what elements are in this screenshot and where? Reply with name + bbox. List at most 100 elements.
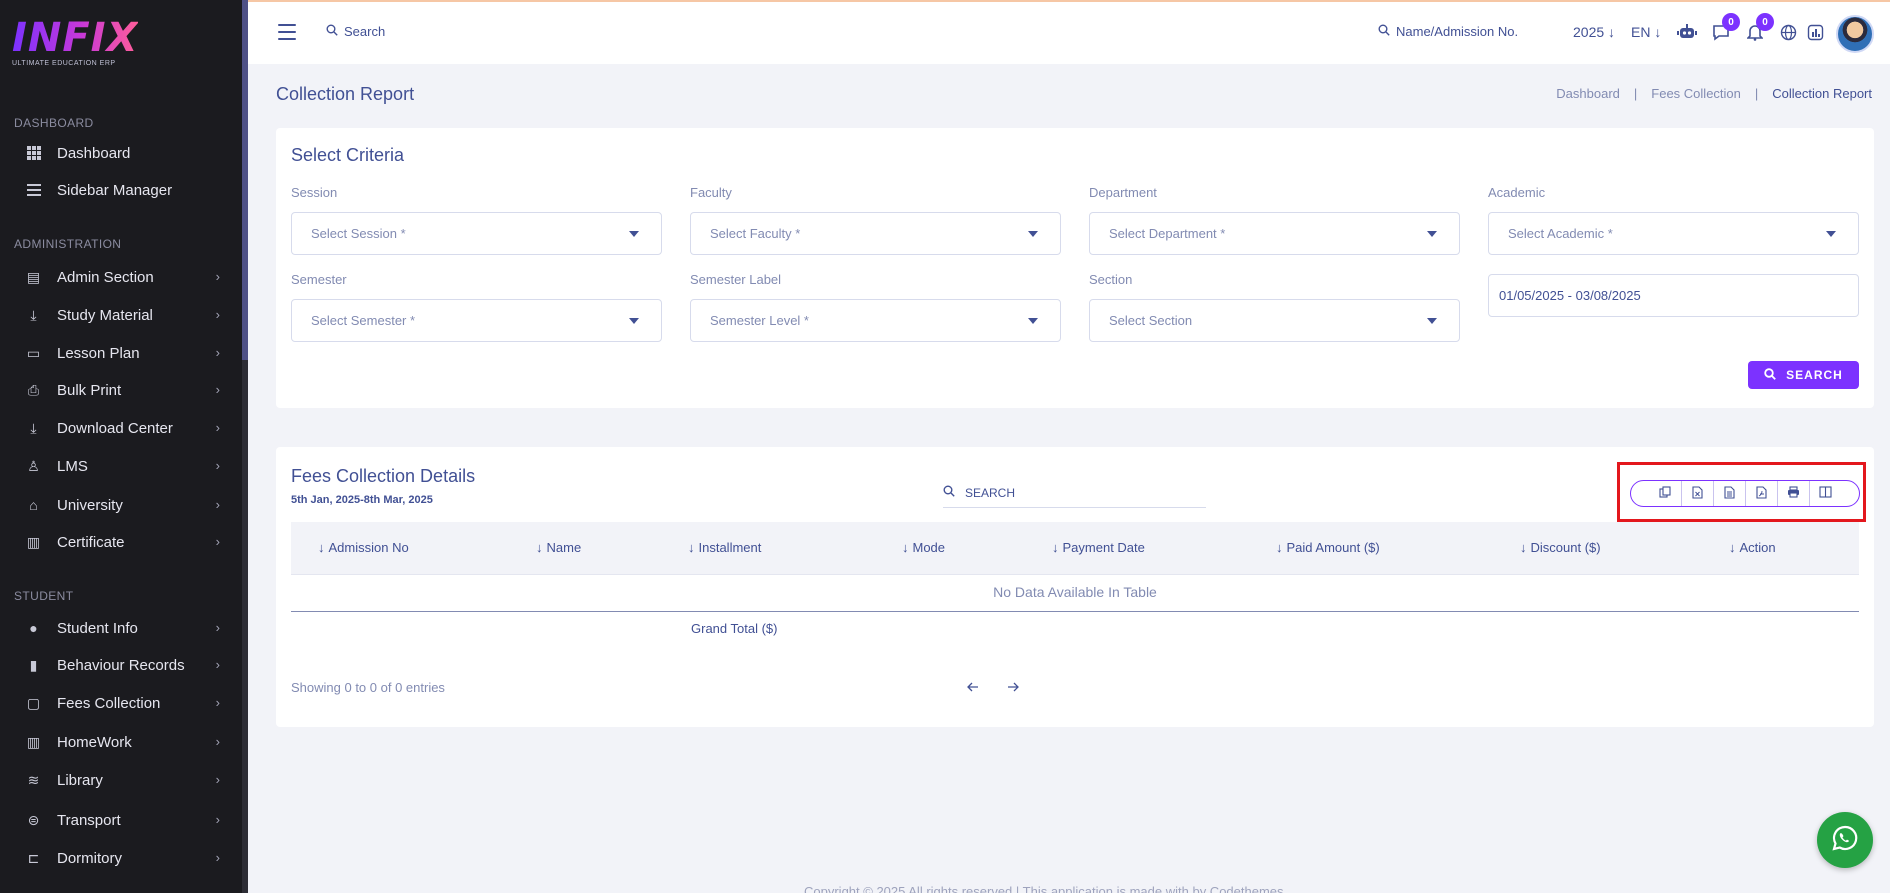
sidebar-item-label: Dormitory bbox=[57, 849, 123, 867]
search-button[interactable]: SEARCH bbox=[1748, 361, 1859, 389]
sidebar-item-study-material[interactable]: ⤓ Study Material › bbox=[0, 298, 242, 332]
admin-icon: ▤ bbox=[26, 268, 41, 285]
sidebar-item-university[interactable]: ⌂ University › bbox=[0, 488, 242, 522]
pagination-prev-arrow-icon[interactable] bbox=[967, 679, 979, 695]
print-icon: ⎙ bbox=[27, 381, 40, 398]
table-search-input[interactable]: SEARCH bbox=[943, 478, 1206, 508]
chat-badge: 0 bbox=[1722, 13, 1740, 31]
sidebar-item-download-center[interactable]: ⤓ Download Center › bbox=[0, 411, 242, 445]
sidebar-item-transport[interactable]: ⊜ Transport › bbox=[0, 803, 242, 837]
avatar[interactable] bbox=[1836, 15, 1874, 53]
table-header: ↓ Admission No ↓ Name ↓ Installment ↓ Mode ↓… bbox=[291, 522, 1859, 575]
top-search-label: Search bbox=[344, 24, 386, 39]
column-header-action[interactable]: ↓ Action bbox=[1729, 540, 1776, 555]
sidebar-item-lms[interactable]: ♙ LMS › bbox=[0, 449, 242, 483]
academic-select[interactable]: Select Academic * bbox=[1488, 212, 1859, 255]
list-icon: ▭ bbox=[26, 344, 41, 361]
semester-level-select-value: Semester Level * bbox=[710, 313, 809, 328]
chevron-right-icon: › bbox=[215, 307, 220, 322]
sidebar-item-dormitory[interactable]: ⊏ Dormitory › bbox=[0, 841, 242, 875]
download-icon: ⤓ bbox=[30, 306, 37, 323]
column-header-discount[interactable]: ↓ Discount ($) bbox=[1520, 540, 1601, 555]
sidebar-item-lesson-plan[interactable]: ▭ Lesson Plan › bbox=[0, 336, 242, 370]
year-selector[interactable]: 2025 ↓ bbox=[1573, 24, 1615, 40]
section-label-student: STUDENT bbox=[14, 589, 74, 603]
hamburger-menu-icon[interactable] bbox=[278, 24, 296, 40]
section-label-dashboard: DASHBOARD bbox=[14, 116, 94, 130]
robot-icon[interactable] bbox=[1676, 21, 1698, 43]
details-title: Fees Collection Details bbox=[291, 466, 476, 486]
chevron-right-icon: › bbox=[215, 458, 220, 473]
column-header-mode[interactable]: ↓ Mode bbox=[902, 540, 945, 555]
faculty-select[interactable]: Select Faculty * bbox=[690, 212, 1061, 255]
session-label: Session bbox=[291, 185, 338, 200]
sidebar-item-library[interactable]: ≋ Library › bbox=[0, 763, 242, 797]
arrow-down-icon: ↓ bbox=[1654, 24, 1662, 40]
sidebar-item-label: Student Info bbox=[57, 619, 138, 637]
chat-icon[interactable]: 0 bbox=[1710, 13, 1740, 43]
chevron-right-icon: › bbox=[215, 269, 220, 284]
top-search[interactable]: Search bbox=[326, 24, 385, 39]
column-header-label: Admission No bbox=[328, 540, 409, 555]
session-select-value: Select Session * bbox=[311, 226, 406, 241]
column-header-installment[interactable]: ↓ Installment bbox=[688, 540, 761, 555]
sidebar-item-admin-section[interactable]: ▤ Admin Section › bbox=[0, 260, 242, 294]
search-icon bbox=[943, 485, 955, 500]
globe-icon[interactable] bbox=[1777, 21, 1799, 43]
notification-badge: 0 bbox=[1756, 13, 1774, 31]
column-header-name[interactable]: ↓ Name bbox=[536, 540, 581, 555]
sidebar-item-bulk-print[interactable]: ⎙ Bulk Print › bbox=[0, 373, 242, 407]
session-select[interactable]: Select Session * bbox=[291, 212, 662, 255]
column-header-label: Payment Date bbox=[1062, 540, 1145, 555]
analytics-icon[interactable] bbox=[1804, 21, 1826, 43]
chevron-right-icon: › bbox=[215, 657, 220, 672]
chevron-right-icon: › bbox=[215, 695, 220, 710]
sidebar-item-homework[interactable]: ▥ HomeWork › bbox=[0, 725, 242, 759]
language-selector[interactable]: EN ↓ bbox=[1631, 24, 1661, 40]
column-header-paid-amount[interactable]: ↓ Paid Amount ($) bbox=[1276, 540, 1380, 555]
section-select[interactable]: Select Section bbox=[1089, 299, 1460, 342]
sidebar-item-student-info[interactable]: ● Student Info › bbox=[0, 611, 242, 645]
logo[interactable]: INFIX ULTIMATE EDUCATION ERP bbox=[12, 18, 138, 67]
semester-select[interactable]: Select Semester * bbox=[291, 299, 662, 342]
sidebar-item-label: University bbox=[57, 496, 123, 514]
semester-select-value: Select Semester * bbox=[311, 313, 416, 328]
sidebar-item-dashboard[interactable]: Dashboard bbox=[0, 136, 242, 170]
name-admission-search[interactable]: Name/Admission No. bbox=[1378, 24, 1518, 39]
breadcrumb-fees-collection[interactable]: Fees Collection bbox=[1651, 86, 1741, 101]
name-search-label: Name/Admission No. bbox=[1396, 24, 1519, 39]
breadcrumb-dashboard[interactable]: Dashboard bbox=[1556, 86, 1620, 101]
caret-down-icon bbox=[1826, 231, 1836, 237]
logo-text: INFIX bbox=[12, 15, 139, 61]
sidebar-item-certificate[interactable]: ▥ Certificate › bbox=[0, 525, 242, 559]
academic-label: Academic bbox=[1488, 185, 1546, 200]
bell-icon[interactable]: 0 bbox=[1744, 13, 1774, 43]
menu-icon bbox=[26, 183, 41, 198]
search-button-label: SEARCH bbox=[1786, 368, 1843, 382]
sidebar-item-label: HomeWork bbox=[57, 733, 132, 751]
sidebar-item-label: Certificate bbox=[57, 533, 125, 551]
sidebar-item-sidebar-manager[interactable]: Sidebar Manager bbox=[0, 173, 242, 207]
column-header-payment-date[interactable]: ↓ Payment Date bbox=[1052, 540, 1145, 555]
department-select[interactable]: Select Department * bbox=[1089, 212, 1460, 255]
sidebar-item-fees-collection[interactable]: ▢ Fees Collection › bbox=[0, 686, 242, 720]
pagination-next-arrow-icon[interactable] bbox=[1007, 679, 1019, 695]
sort-arrow-icon: ↓ bbox=[1729, 540, 1736, 555]
library-icon: ≋ bbox=[27, 771, 40, 788]
column-header-label: Installment bbox=[698, 540, 762, 555]
sidebar-item-label: Fees Collection bbox=[57, 694, 161, 712]
sort-arrow-icon: ↓ bbox=[536, 540, 543, 555]
whatsapp-button[interactable] bbox=[1817, 812, 1873, 868]
chevron-right-icon: › bbox=[215, 382, 220, 397]
chevron-right-icon: › bbox=[215, 420, 220, 435]
semester-level-select[interactable]: Semester Level * bbox=[690, 299, 1061, 342]
date-range-value: 01/05/2025 - 03/08/2025 bbox=[1499, 288, 1641, 303]
breadcrumb-separator: | bbox=[1754, 86, 1759, 101]
date-range-input[interactable]: 01/05/2025 - 03/08/2025 bbox=[1488, 274, 1859, 317]
column-header-admission-no[interactable]: ↓ Admission No bbox=[318, 540, 409, 555]
sidebar-item-label: Study Material bbox=[57, 306, 153, 324]
chevron-right-icon: › bbox=[215, 734, 220, 749]
sidebar-item-behaviour-records[interactable]: ▮ Behaviour Records › bbox=[0, 648, 242, 682]
criteria-card bbox=[276, 128, 1874, 408]
search-icon bbox=[1764, 367, 1776, 383]
